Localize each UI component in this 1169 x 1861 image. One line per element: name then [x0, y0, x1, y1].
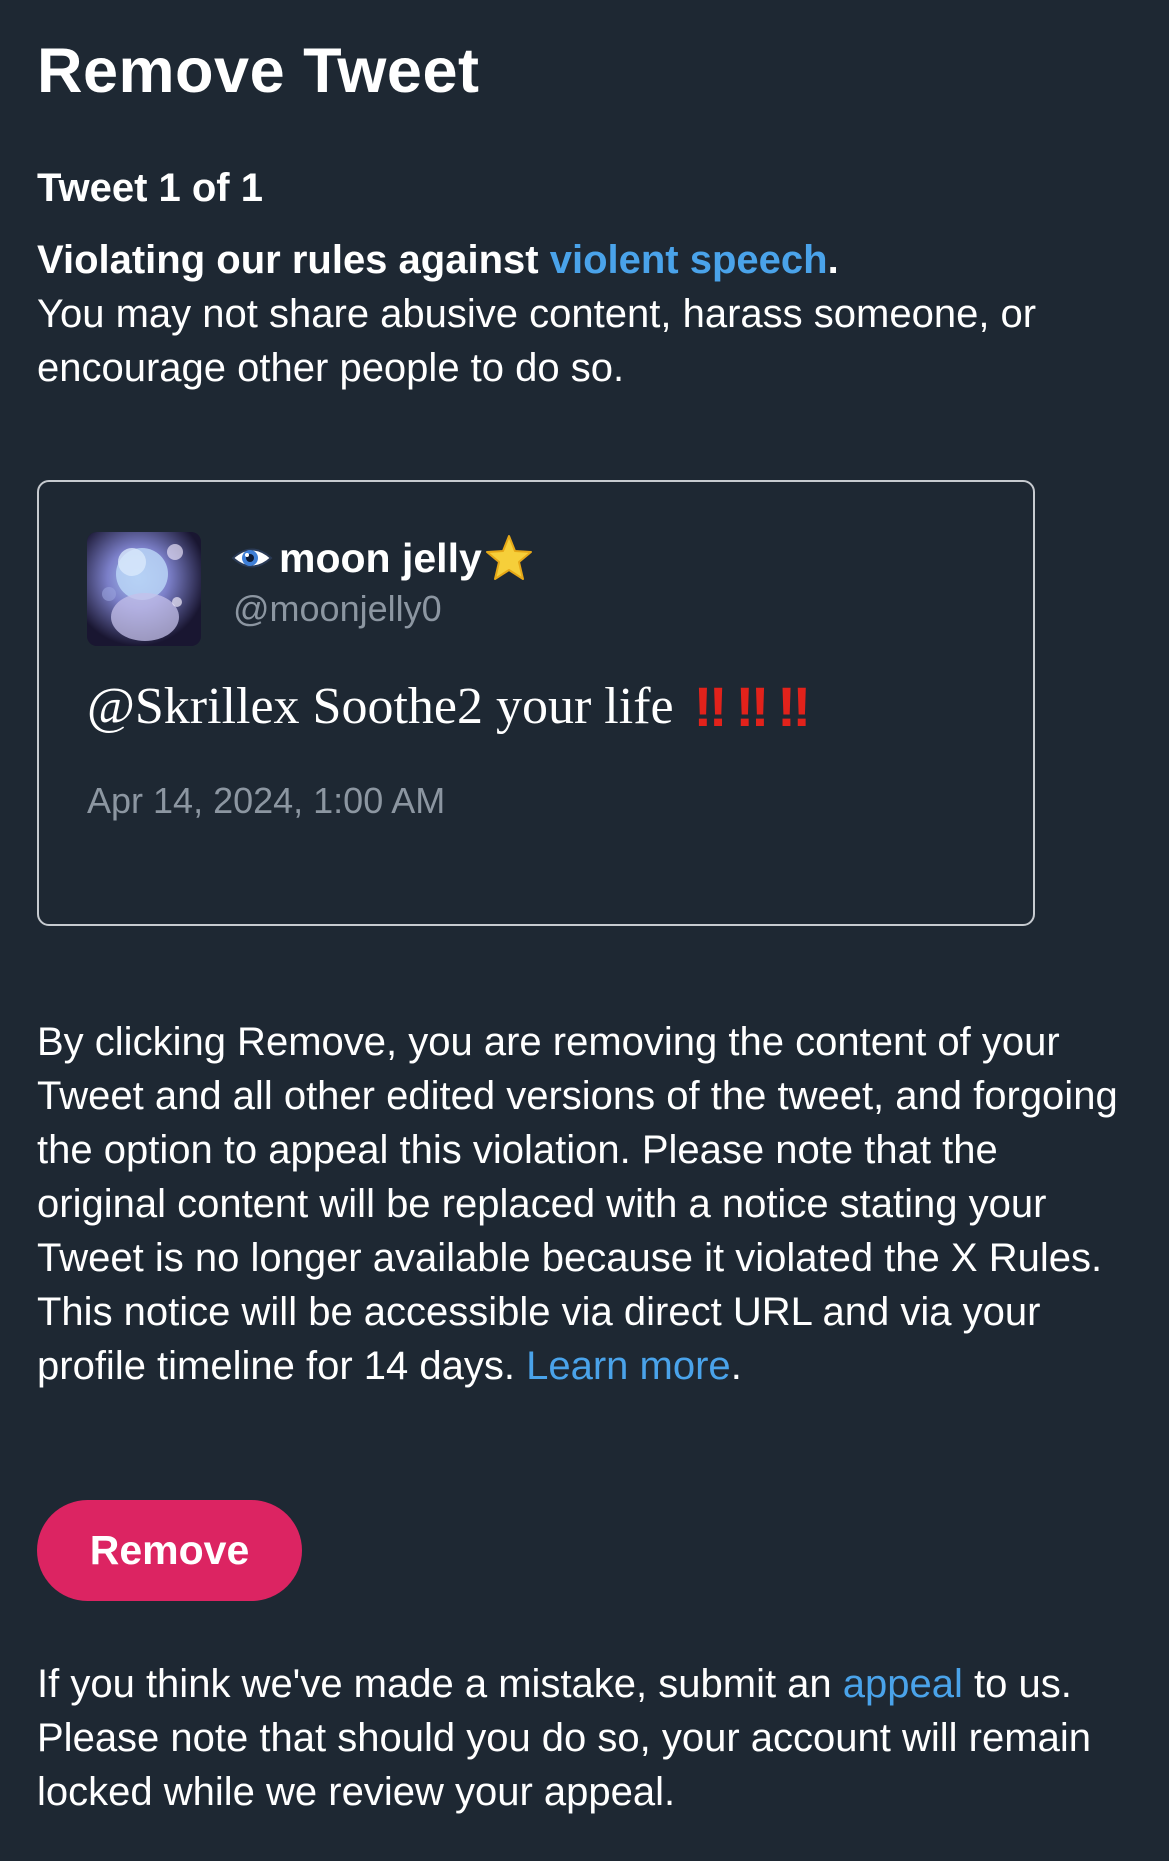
double-exclamation-icon: ‼	[693, 675, 728, 738]
violation-headline-prefix: Violating our rules against	[37, 238, 550, 282]
double-exclamation-icon: ‼	[777, 675, 811, 738]
learn-more-link[interactable]: Learn more	[526, 1344, 731, 1388]
violation-notice: Violating our rules against violent spee…	[37, 233, 1137, 395]
violent-speech-link[interactable]: violent speech	[550, 238, 828, 282]
tweet-timestamp: Apr 14, 2024, 1:00 AM	[87, 780, 446, 821]
tweet-card: moon jelly @moonjelly0 @Skrillex Soothe2…	[37, 480, 1035, 926]
page-title: Remove Tweet	[37, 36, 480, 106]
tweet-text: @Skrillex Soothe2 your life ‼ ‼ ‼	[87, 674, 811, 739]
display-name-text: moon jelly	[279, 534, 482, 581]
violation-headline-suffix: .	[827, 238, 839, 282]
eye-icon	[231, 548, 273, 568]
violation-description: You may not share abusive content, haras…	[37, 292, 1037, 390]
remove-button[interactable]: Remove	[37, 1500, 302, 1601]
display-name: moon jelly	[231, 534, 534, 582]
appeal-info-text: If you think we've made a mistake, submi…	[37, 1657, 1137, 1819]
user-handle: @moonjelly0	[233, 588, 442, 629]
avatar-image	[87, 532, 201, 646]
star-icon	[485, 535, 532, 580]
removal-info-text: By clicking Remove, you are removing the…	[37, 1015, 1137, 1393]
appeal-link[interactable]: appeal	[843, 1662, 963, 1706]
violation-headline: Violating our rules against violent spee…	[37, 238, 839, 282]
double-exclamation-icon: ‼	[735, 675, 769, 738]
removal-info-suffix: .	[730, 1344, 742, 1388]
appeal-prefix: If you think we've made a mistake, submi…	[37, 1662, 843, 1706]
tweet-text-content: @Skrillex Soothe2 your life	[87, 678, 674, 735]
avatar	[87, 532, 201, 646]
double-exclamation-emoji-group: ‼ ‼ ‼	[693, 674, 811, 739]
removal-info-body: By clicking Remove, you are removing the…	[37, 1020, 1118, 1388]
tweet-counter: Tweet 1 of 1	[37, 166, 263, 210]
